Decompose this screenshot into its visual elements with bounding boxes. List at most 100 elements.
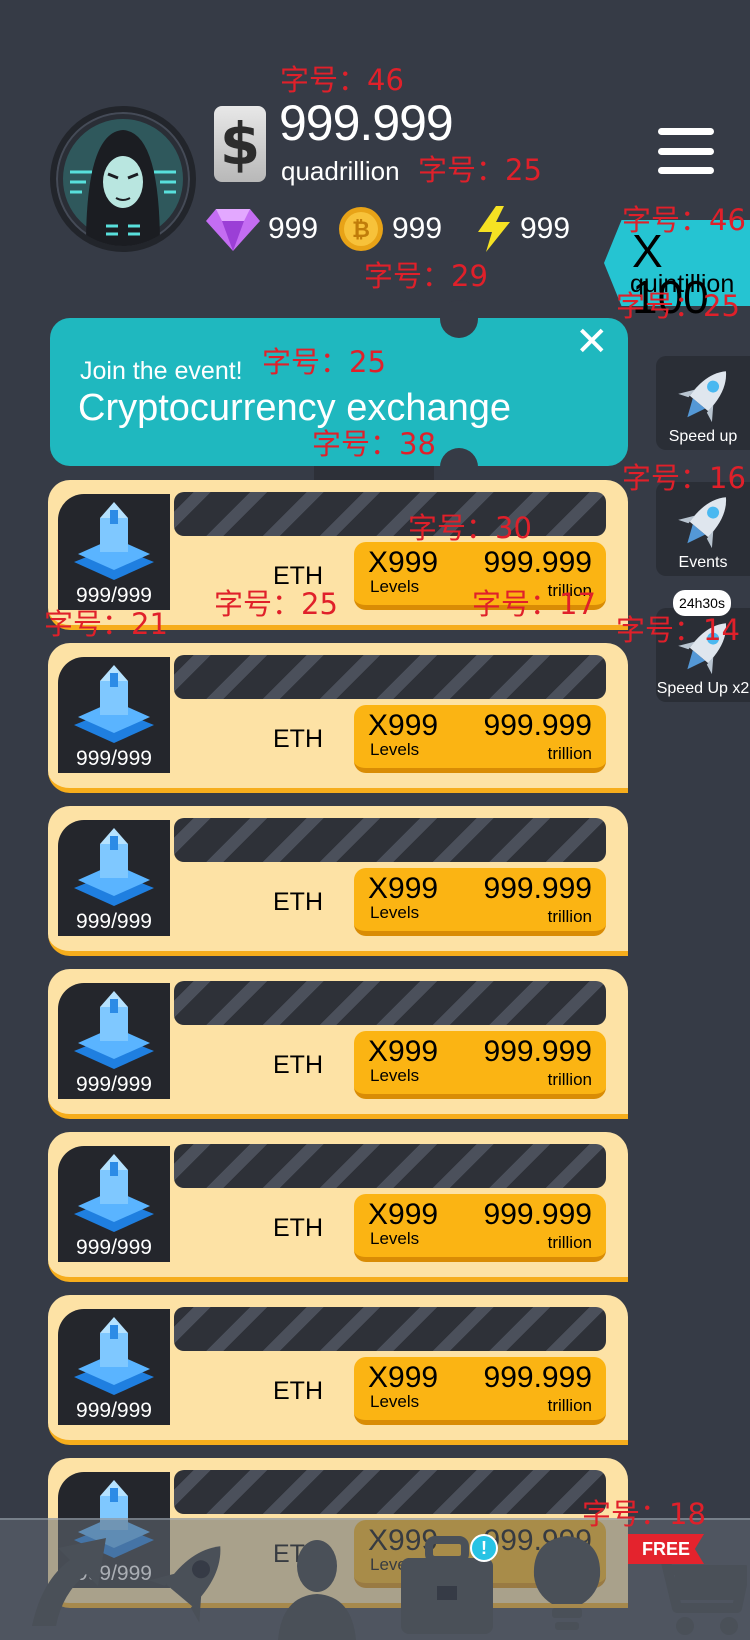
upgrade-cost: 999.999 (483, 709, 592, 742)
miner-name: ETH (273, 1377, 323, 1405)
diamond-counter[interactable]: 999 (206, 204, 318, 254)
diamond-value: 999 (268, 212, 319, 245)
close-icon[interactable]: ✕ (575, 322, 609, 362)
speed-up-x2-button[interactable]: Speed Up x2 (656, 608, 750, 702)
miner-count: 999/999 (76, 910, 152, 933)
upgrade-cost-unit: trillion (547, 907, 592, 926)
miner-count: 999/999 (76, 1236, 152, 1259)
annotation-label: 字号：29 (364, 259, 488, 293)
miner-name: ETH (273, 725, 323, 753)
annotation-label: 字号：46 (280, 63, 404, 97)
mining-rig-icon (74, 1154, 154, 1232)
upgrade-button[interactable]: X999Levels 999.999 trillion (354, 868, 606, 936)
bitcoin-counter[interactable]: ₿ 999 (338, 204, 442, 254)
miner-count: 999/999 (76, 747, 152, 770)
nav-boosts[interactable] (125, 1520, 250, 1640)
nav-upgrades[interactable] (0, 1520, 125, 1640)
miner-thumbnail: 999/999 (58, 657, 170, 773)
upgrade-levels-label: Levels (370, 903, 420, 922)
miner-card[interactable]: 999/999 ETH X999Levels 999.999 trillion (48, 1295, 628, 1445)
money-value: 999.999 (279, 95, 454, 151)
progress-bar (174, 818, 606, 862)
event-subtitle: Join the event! (80, 357, 243, 385)
energy-counter[interactable]: 999 (476, 204, 570, 254)
progress-bar (174, 655, 606, 699)
miner-count: 999/999 (76, 1073, 152, 1096)
mining-rig-icon (74, 1317, 154, 1395)
free-badge: FREE (628, 1534, 704, 1564)
speed-up-x2-label: Speed Up x2 (656, 680, 750, 697)
upgrade-multiplier: X999 (368, 1035, 439, 1068)
events-button[interactable]: Events (656, 482, 750, 576)
player-avatar[interactable] (50, 106, 196, 252)
event-title: Cryptocurrency exchange (78, 387, 511, 429)
miner-name: ETH (273, 1051, 323, 1079)
svg-text:₿: ₿ (352, 218, 370, 243)
miner-thumbnail: 999/999 (58, 1146, 170, 1262)
rocket-icon (678, 497, 727, 549)
upgrade-button[interactable]: X999Levels 999.999 trillion (354, 542, 606, 610)
bitcoin-icon: ₿ (339, 207, 383, 251)
miner-card[interactable]: 999/999 ETH X999Levels 999.999 trillion (48, 480, 628, 630)
upgrade-button[interactable]: X999Levels 999.999 trillion (354, 705, 606, 773)
multiplier-unit: quintillion (630, 270, 735, 298)
progress-bar (174, 1470, 606, 1514)
events-label: Events (678, 554, 728, 571)
upgrade-multiplier: X999 (368, 1361, 439, 1394)
upgrade-button[interactable]: X999Levels 999.999 trillion (354, 1194, 606, 1262)
upgrade-multiplier: X999 (368, 1198, 439, 1231)
banner-notch (440, 300, 478, 338)
upgrade-cost-unit: trillion (547, 1070, 592, 1089)
miner-thumbnail: 999/999 (58, 494, 170, 610)
upgrade-multiplier: X999 (368, 872, 439, 905)
mining-rig-icon (74, 828, 154, 906)
menu-button[interactable] (658, 128, 714, 174)
progress-bar (174, 492, 606, 536)
speed-up-button[interactable]: Speed up (656, 356, 750, 450)
nav-ideas[interactable] (500, 1520, 625, 1640)
annotation-label: 字号：25 (418, 153, 542, 187)
bitcoin-value: 999 (392, 212, 443, 245)
upgrade-cost-unit: trillion (547, 581, 592, 600)
miner-name: ETH (273, 562, 323, 590)
manager-icon (278, 1540, 356, 1640)
idea-bulb-icon (533, 1536, 601, 1630)
progress-bar (174, 981, 606, 1025)
upgrade-levels-label: Levels (370, 577, 420, 596)
miner-card[interactable]: 999/999 ETH X999Levels 999.999 trillion (48, 1132, 628, 1282)
miner-thumbnail: 999/999 (58, 1309, 170, 1425)
upgrade-cost: 999.999 (483, 1361, 592, 1394)
upgrade-button[interactable]: X999Levels 999.999 trillion (354, 1031, 606, 1099)
upgrade-cost: 999.999 (483, 1198, 592, 1231)
menu-line (658, 128, 714, 135)
alert-badge: ! (470, 1534, 498, 1562)
progress-bar (174, 1144, 606, 1188)
miner-thumbnail: 999/999 (58, 820, 170, 936)
miner-card[interactable]: 999/999 ETH X999Levels 999.999 trillion (48, 806, 628, 956)
hacker-icon (63, 119, 183, 246)
upgrade-levels-label: Levels (370, 1392, 420, 1411)
miner-card[interactable]: 999/999 ETH X999Levels 999.999 trillion (48, 643, 628, 793)
energy-value: 999 (520, 212, 571, 245)
menu-line (658, 167, 714, 174)
upgrade-cost-unit: trillion (547, 744, 592, 763)
mining-rig-icon (74, 502, 154, 580)
upgrade-multiplier: X999 (368, 709, 439, 742)
upgrade-cost-unit: trillion (547, 1396, 592, 1415)
upgrade-button[interactable]: X999Levels 999.999 trillion (354, 1357, 606, 1425)
upgrade-levels-label: Levels (370, 1229, 420, 1248)
upgrade-arrow-icon (32, 1538, 106, 1626)
energy-icon (478, 206, 510, 252)
timer-badge: 24h30s (673, 590, 731, 616)
menu-line (658, 147, 714, 155)
miner-name: ETH (273, 888, 323, 916)
miner-count: 999/999 (76, 584, 152, 607)
nav-managers[interactable] (250, 1520, 375, 1640)
miner-card[interactable]: 999/999 ETH X999Levels 999.999 trillion (48, 969, 628, 1119)
speed-up-label: Speed up (668, 428, 738, 445)
miner-name: ETH (273, 1214, 323, 1242)
upgrade-levels-label: Levels (370, 740, 420, 759)
upgrade-multiplier: X999 (368, 546, 439, 579)
banner-tab (314, 466, 434, 480)
rocket-icon (678, 371, 727, 423)
